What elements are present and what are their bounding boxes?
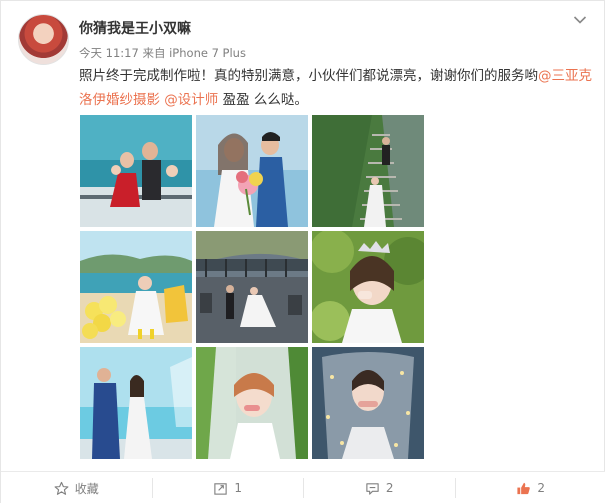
from-label: 来自 — [142, 46, 166, 60]
chevron-down-icon[interactable] — [573, 13, 587, 27]
photo-grid — [80, 115, 424, 459]
photo-3[interactable] — [312, 115, 424, 227]
mention-designer-link[interactable]: @设计师 — [164, 92, 218, 108]
repost-button[interactable]: 1 — [151, 478, 304, 498]
photo-1[interactable] — [80, 115, 192, 227]
photo-9[interactable] — [312, 347, 424, 459]
post-time[interactable]: 今天 11:17 — [79, 46, 139, 60]
photo-5[interactable] — [196, 231, 308, 343]
comment-button[interactable]: 2 — [303, 478, 455, 498]
avatar[interactable] — [18, 14, 69, 65]
like-count: 2 — [537, 481, 546, 495]
favorite-label: 收藏 — [74, 481, 99, 496]
weibo-post-card: 你猜我是王小双嘛 今天 11:17 来自 iPhone 7 Plus 照片终于完… — [0, 0, 605, 503]
repost-count: 1 — [234, 481, 243, 495]
post-text-ending: 盈盈 么么哒。 — [218, 92, 308, 108]
photo-6[interactable] — [312, 231, 424, 343]
photo-7[interactable] — [80, 347, 192, 459]
post-meta: 今天 11:17 来自 iPhone 7 Plus — [79, 45, 246, 61]
comment-icon — [366, 482, 379, 495]
favorite-button[interactable]: 收藏 — [1, 478, 152, 498]
repost-icon — [214, 482, 228, 495]
post-text-body: 照片终于完成制作啦！真的特别满意，小伙伴们都说漂亮，谢谢你们的服务哟 — [79, 68, 538, 84]
comment-count: 2 — [385, 481, 394, 495]
photo-4[interactable] — [80, 231, 192, 343]
star-icon — [54, 481, 69, 495]
like-button[interactable]: 2 — [454, 478, 605, 498]
username[interactable]: 你猜我是王小双嘛 — [79, 18, 191, 38]
action-bar: 收藏 1 2 2 — [1, 471, 605, 503]
photo-8[interactable] — [196, 347, 308, 459]
photo-2[interactable] — [196, 115, 308, 227]
post-text: 照片终于完成制作啦！真的特别满意，小伙伴们都说漂亮，谢谢你们的服务哟@三亚克洛伊… — [79, 64, 594, 112]
device-name: iPhone 7 Plus — [169, 46, 246, 60]
thumbs-up-icon — [517, 482, 531, 494]
